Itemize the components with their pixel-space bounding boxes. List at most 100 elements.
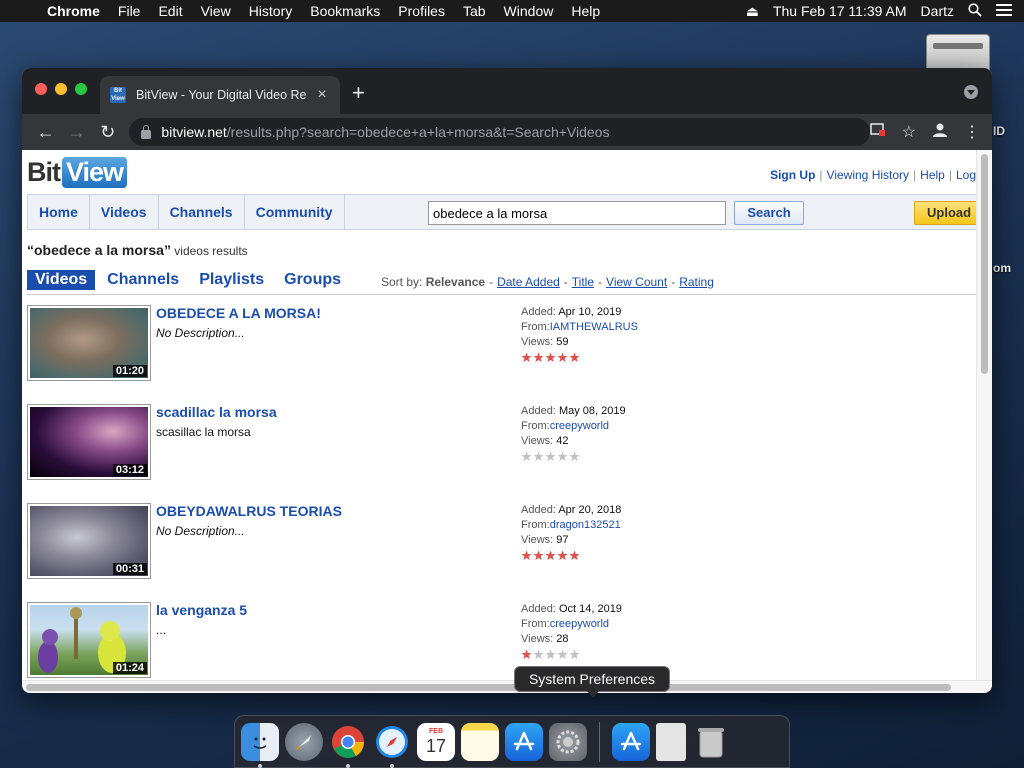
video-description: No Description... <box>156 524 245 538</box>
video-views: 28 <box>556 633 569 645</box>
menu-user[interactable]: Dartz <box>921 3 954 19</box>
browser-window: Bit View BitView - Your Digital Video Re… <box>22 68 992 693</box>
result-item: 00:31 OBEYDAWALRUS TEORIAS No Descriptio… <box>27 503 967 583</box>
bitview-favicon-icon: Bit View <box>110 87 126 103</box>
tab-search-chevron-icon[interactable] <box>964 85 978 99</box>
close-window-button[interactable] <box>35 83 47 95</box>
menu-bookmarks[interactable]: Bookmarks <box>301 0 389 22</box>
star-icon <box>521 451 532 462</box>
viewing-history-link[interactable]: Viewing History <box>827 168 909 182</box>
nav-videos[interactable]: Videos <box>90 195 159 229</box>
fullscreen-window-button[interactable] <box>75 83 87 95</box>
star-icon <box>545 550 556 561</box>
document-icon[interactable] <box>656 722 686 761</box>
search-input[interactable] <box>428 201 726 225</box>
results-suffix: videos results <box>170 244 248 258</box>
menu-file[interactable]: File <box>109 0 150 22</box>
bitview-logo[interactable]: Bit View <box>27 154 128 188</box>
close-tab-icon[interactable]: × <box>314 86 330 104</box>
menu-window[interactable]: Window <box>495 0 563 22</box>
tab-groups[interactable]: Groups <box>276 270 349 290</box>
video-uploader-link[interactable]: creepyworld <box>550 618 609 630</box>
sign-up-link[interactable]: Sign Up <box>770 168 815 182</box>
video-thumbnail[interactable]: 00:31 <box>27 503 151 579</box>
video-title[interactable]: OBEYDAWALRUS TEORIAS <box>156 503 342 519</box>
dock: FEB 17 <box>234 715 790 768</box>
app-store-icon[interactable] <box>505 722 543 761</box>
more-menu-icon[interactable]: ⋮ <box>964 122 980 142</box>
tab-videos[interactable]: Videos <box>27 270 96 290</box>
launchpad-icon[interactable] <box>285 722 323 761</box>
menu-clock[interactable]: Thu Feb 17 11:39 AM <box>773 3 907 19</box>
chrome-icon[interactable] <box>329 723 367 768</box>
nav-home[interactable]: Home <box>28 195 90 229</box>
video-title[interactable]: scadillac la morsa <box>156 404 277 420</box>
menu-view[interactable]: View <box>192 0 240 22</box>
sort-view-count[interactable]: View Count <box>606 275 667 289</box>
sort-bar: Sort by: Relevance - Date Added - Title - View… <box>381 275 714 289</box>
desktop-label-2: om <box>993 261 1011 275</box>
bookmark-star-icon[interactable]: ☆ <box>902 122 916 142</box>
nav-community[interactable]: Community <box>245 195 345 229</box>
tab-playlists[interactable]: Playlists <box>191 270 272 290</box>
vertical-scroll-thumb[interactable] <box>981 154 988 374</box>
reload-icon[interactable]: ↻ <box>92 122 123 143</box>
video-thumbnail[interactable]: 03:12 <box>27 404 151 480</box>
video-views: 59 <box>556 336 569 348</box>
horizontal-scroll-thumb[interactable] <box>26 684 951 691</box>
sort-current: Relevance <box>425 275 486 289</box>
menu-profiles[interactable]: Profiles <box>389 0 454 22</box>
menu-help[interactable]: Help <box>562 0 609 22</box>
new-tab-plus-icon[interactable]: + <box>352 80 365 106</box>
trash-icon[interactable] <box>692 723 730 761</box>
nav-channels[interactable]: Channels <box>159 195 245 229</box>
video-title[interactable]: la venganza 5 <box>156 602 247 618</box>
profile-icon[interactable] <box>932 122 948 143</box>
popup-blocked-icon[interactable] <box>869 122 886 142</box>
eject-icon[interactable]: ⏏ <box>746 3 759 20</box>
logo-bit-text: Bit <box>27 157 61 187</box>
spotlight-search-icon[interactable] <box>968 2 982 20</box>
app-store-icon[interactable] <box>612 722 650 761</box>
calendar-icon[interactable]: FEB 17 <box>417 722 455 761</box>
video-thumbnail[interactable]: 01:24 <box>27 602 151 678</box>
menu-app-name[interactable]: Chrome <box>38 0 109 22</box>
video-title[interactable]: OBEDECE A LA MORSA! <box>156 305 321 321</box>
video-uploader-link[interactable]: IAMTHEWALRUS <box>550 321 638 333</box>
menu-history[interactable]: History <box>240 0 302 22</box>
video-meta: Added: Apr 20, 2018 From:dragon132521 Vi… <box>521 503 621 561</box>
menu-edit[interactable]: Edit <box>149 0 191 22</box>
video-description: No Description... <box>156 326 245 340</box>
login-link[interactable]: Log <box>956 168 976 182</box>
search-button[interactable]: Search <box>734 201 804 225</box>
video-uploader-link[interactable]: creepyworld <box>550 420 609 432</box>
horizontal-scrollbar[interactable] <box>22 680 992 693</box>
rating-stars <box>521 352 638 363</box>
sort-rating[interactable]: Rating <box>679 275 714 289</box>
address-bar[interactable]: bitview.net /results.php?search=obedece+… <box>129 118 870 146</box>
tab-channels[interactable]: Channels <box>99 270 187 290</box>
rating-stars <box>521 550 621 561</box>
notes-icon[interactable] <box>461 722 499 761</box>
video-duration: 00:31 <box>112 563 147 575</box>
vertical-scrollbar[interactable] <box>976 150 992 680</box>
video-meta: Added: Apr 10, 2019 From:IAMTHEWALRUS Vi… <box>521 305 638 363</box>
star-icon <box>533 451 544 462</box>
help-link[interactable]: Help <box>920 168 945 182</box>
lock-icon[interactable] <box>141 124 152 139</box>
back-arrow-icon[interactable]: ← <box>30 122 61 143</box>
forward-arrow-icon[interactable]: → <box>61 122 92 143</box>
video-thumbnail[interactable]: 01:20 <box>27 305 151 381</box>
control-center-icon[interactable] <box>996 3 1012 20</box>
star-icon <box>545 352 556 363</box>
sort-title[interactable]: Title <box>572 275 594 289</box>
system-preferences-icon[interactable] <box>549 722 587 761</box>
tab-bitview[interactable]: Bit View BitView - Your Digital Video Re… <box>100 76 340 114</box>
minimize-window-button[interactable] <box>55 83 67 95</box>
finder-icon[interactable] <box>241 722 279 768</box>
safari-icon[interactable] <box>373 723 411 768</box>
sort-date-added[interactable]: Date Added <box>497 275 560 289</box>
video-uploader-link[interactable]: dragon132521 <box>550 519 621 531</box>
upload-button[interactable]: Upload <box>914 201 976 225</box>
menu-tab[interactable]: Tab <box>454 0 495 22</box>
